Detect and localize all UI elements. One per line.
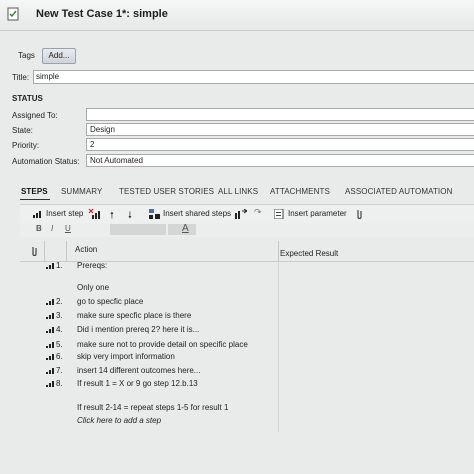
insert-parameter-button[interactable]: Insert parameter: [288, 209, 347, 218]
assigned-to-field[interactable]: [86, 108, 474, 121]
step-number: 7.: [56, 366, 63, 375]
insert-shared-steps-button[interactable]: Insert shared steps: [163, 209, 231, 218]
active-tab-indicator: [20, 199, 50, 200]
automation-status-field[interactable]: Not Automated: [86, 154, 474, 167]
step-icon: [46, 381, 56, 387]
delete-step-icon[interactable]: [88, 208, 100, 219]
tab-tested-user-stories[interactable]: TESTED USER STORIES: [119, 187, 214, 196]
move-down-icon[interactable]: 🠗: [128, 208, 132, 224]
step-row[interactable]: Only one: [20, 282, 474, 294]
assigned-to-label: Assigned To:: [12, 111, 58, 120]
status-heading: STATUS: [12, 94, 43, 103]
attachment-icon[interactable]: [356, 209, 363, 219]
add-step-link[interactable]: Click here to add a step: [77, 416, 161, 425]
expected-result-column-header[interactable]: Expected Result: [280, 249, 338, 258]
italic-button[interactable]: I: [51, 224, 53, 233]
step-number: 2.: [56, 297, 63, 306]
create-shared-steps-icon[interactable]: [235, 209, 247, 219]
tab-strip: STEPS SUMMARY TESTED USER STORIES ALL LI…: [0, 184, 474, 200]
window-title: New Test Case 1*: simple: [36, 8, 168, 20]
step-icon: [46, 368, 56, 374]
test-case-icon: [7, 7, 19, 21]
step-action[interactable]: go to specfic place: [77, 297, 143, 306]
step-row[interactable]: 4. Did i mention prereq 2? here it is...: [20, 324, 474, 336]
step-icon: [46, 299, 56, 305]
automation-status-label: Automation Status:: [12, 157, 80, 166]
attachment-column-icon: [32, 247, 37, 256]
step-row[interactable]: 3. make sure specfic place is there: [20, 310, 474, 322]
column-divider: [278, 241, 279, 261]
step-row[interactable]: 1. Prereqs:: [20, 260, 474, 272]
tags-label: Tags: [18, 51, 35, 60]
step-icon: [46, 263, 56, 269]
move-up-icon[interactable]: 🠕: [110, 208, 114, 224]
add-tag-button[interactable]: Add...: [42, 48, 76, 64]
step-icon: [46, 313, 56, 319]
steps-grid-header: Action Expected Result: [20, 241, 474, 262]
title-bar: New Test Case 1*: simple: [0, 0, 474, 31]
step-action[interactable]: make sure specfic place is there: [77, 311, 191, 320]
insert-step-icon[interactable]: [33, 210, 43, 218]
step-number: 8.: [56, 379, 63, 388]
open-shared-steps-icon[interactable]: ↷: [254, 207, 262, 218]
step-icon: [46, 327, 56, 333]
step-row[interactable]: 2. go to specfic place: [20, 296, 474, 308]
state-field[interactable]: Design: [86, 123, 474, 136]
font-color-button[interactable]: A: [182, 223, 189, 234]
step-action[interactable]: insert 14 different outcomes here...: [77, 366, 200, 375]
step-icon: [46, 342, 56, 348]
font-family-select[interactable]: [110, 224, 166, 235]
tab-steps[interactable]: STEPS: [21, 187, 48, 196]
step-number: 1.: [56, 261, 63, 270]
step-action[interactable]: Did i mention prereq 2? here it is...: [77, 325, 199, 334]
tab-all-links[interactable]: ALL LINKS: [218, 187, 258, 196]
step-row[interactable]: 6. skip very import information: [20, 351, 474, 363]
step-row[interactable]: 5. make sure not to provide detail on sp…: [20, 339, 474, 351]
step-action[interactable]: If result 2-14 = repeat steps 1-5 for re…: [77, 403, 228, 412]
step-number: 4.: [56, 325, 63, 334]
step-action[interactable]: Only one: [77, 283, 109, 292]
column-divider: [44, 241, 45, 261]
tab-attachments[interactable]: ATTACHMENTS: [270, 187, 330, 196]
formatting-bar: B I U A: [20, 223, 474, 237]
step-action[interactable]: Prereqs:: [77, 261, 107, 270]
step-action[interactable]: make sure not to provide detail on speci…: [77, 340, 248, 349]
step-number: 5.: [56, 340, 63, 349]
bold-button[interactable]: B: [36, 224, 42, 233]
title-label: Title:: [12, 73, 30, 82]
step-action[interactable]: If result 1 = X or 9 go step 12.b.13: [77, 379, 198, 388]
insert-step-button[interactable]: Insert step: [46, 209, 83, 218]
title-input[interactable]: simple: [33, 70, 474, 84]
step-row[interactable]: 8. If result 1 = X or 9 go step 12.b.13: [20, 378, 474, 390]
step-action[interactable]: skip very import information: [77, 352, 175, 361]
steps-toolbar: Insert step 🠕 🠗 Insert shared steps ↷ In…: [20, 204, 474, 224]
column-divider: [66, 241, 67, 261]
step-number: 3.: [56, 311, 63, 320]
step-row[interactable]: If result 2-14 = repeat steps 1-5 for re…: [20, 402, 474, 414]
tab-associated-automation[interactable]: ASSOCIATED AUTOMATION: [345, 187, 452, 196]
step-number: 6.: [56, 352, 63, 361]
add-step-row[interactable]: Click here to add a step: [20, 415, 474, 427]
insert-parameter-icon[interactable]: [274, 209, 285, 219]
state-label: State:: [12, 126, 33, 135]
underline-button[interactable]: U: [65, 224, 71, 233]
action-column-header[interactable]: Action: [75, 245, 97, 254]
priority-label: Priority:: [12, 141, 40, 150]
step-icon: [46, 354, 56, 360]
shared-steps-icon[interactable]: [149, 209, 160, 219]
priority-field[interactable]: 2: [86, 138, 474, 151]
step-row[interactable]: 7. insert 14 different outcomes here...: [20, 365, 474, 377]
tab-summary[interactable]: SUMMARY: [61, 187, 102, 196]
